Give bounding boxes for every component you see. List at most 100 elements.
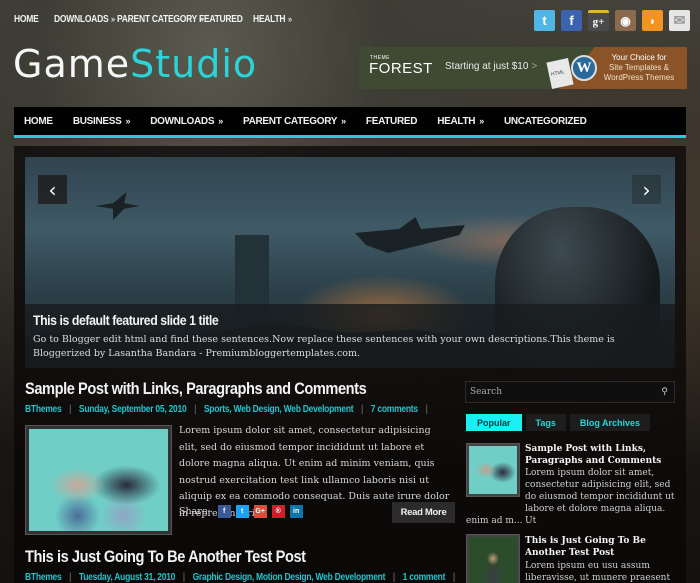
top-nav-featured[interactable]: FEATURED <box>199 14 245 25</box>
main-nav-label: FEATURED <box>365 115 418 127</box>
ad-tagline-2: Site Templates & <box>609 63 669 72</box>
submenu-arrow-icon: » <box>218 115 223 126</box>
linkedin-share-icon[interactable]: in <box>289 505 303 518</box>
popular-post-thumbnail[interactable] <box>466 534 520 583</box>
slider-prev-button[interactable]: ‹ <box>38 175 67 204</box>
submenu-arrow-icon: » <box>341 115 346 126</box>
tab-popular[interactable]: Popular <box>466 414 522 431</box>
submenu-arrow-icon: » <box>287 14 292 24</box>
main-nav-business[interactable]: BUSINESS» <box>72 115 131 127</box>
ad-brand-logo: FOREST <box>369 60 433 77</box>
popular-post-excerpt: Lorem ipsum dolor sit amet, consectetur … <box>525 468 675 526</box>
site-logo[interactable]: GameStudio <box>13 42 257 86</box>
submenu-arrow-icon: » <box>110 14 115 24</box>
twitter-share-icon[interactable]: t <box>235 505 249 518</box>
post-thumbnail-image <box>29 429 168 531</box>
main-nav-label: BUSINESS <box>72 115 122 127</box>
html-document-icon: HTML <box>546 58 574 89</box>
top-nav-parent-category[interactable]: PARENT CATEGORY» <box>117 14 204 25</box>
popular-post-image <box>469 446 517 494</box>
slide-title[interactable]: This is default featured slide 1 title <box>33 312 591 328</box>
top-nav-label: DOWNLOADS <box>54 14 109 25</box>
submenu-arrow-icon: » <box>125 115 131 126</box>
google-plus-icon[interactable]: g+ <box>588 10 609 31</box>
post-comments-link[interactable]: 1 comment <box>403 572 446 583</box>
facebook-icon[interactable]: f <box>561 10 582 31</box>
submenu-arrow-icon: » <box>479 115 484 126</box>
email-icon[interactable]: ✉ <box>669 10 690 31</box>
share-bar: Share: f t G+ ® in <box>179 505 303 518</box>
sidebar-tabs: Popular Tags Blog Archives <box>466 414 651 431</box>
meta-separator: | <box>392 572 395 583</box>
post-title[interactable]: Sample Post with Links, Paragraphs and C… <box>25 379 367 399</box>
main-nav-featured[interactable]: FEATURED <box>365 115 418 127</box>
popular-post-excerpt-continued: enim ad m... <box>466 516 523 526</box>
social-links: t f g+ ◉ ◗ ✉ <box>534 10 690 31</box>
popular-post-title[interactable]: Sample Post with Links, Paragraphs and C… <box>525 443 675 467</box>
ad-offer: Starting at just $10 > <box>445 61 537 72</box>
read-more-button[interactable]: Read More <box>392 502 455 523</box>
main-nav: HOME BUSINESS» DOWNLOADS» PARENT CATEGOR… <box>14 107 686 138</box>
slide-description: Go to Blogger edit html and find these s… <box>33 334 615 359</box>
top-nav-label: HOME <box>14 14 39 25</box>
popular-post-image <box>469 537 517 583</box>
tab-blog-archives[interactable]: Blog Archives <box>569 414 651 431</box>
search-input[interactable] <box>470 387 662 397</box>
rss-icon[interactable]: ◗ <box>642 10 663 31</box>
post-title[interactable]: This is Just Going To Be Another Test Po… <box>25 547 306 567</box>
main-nav-label: HEALTH <box>437 115 476 127</box>
search-icon[interactable]: ⚲ <box>661 387 668 397</box>
meta-separator: | <box>182 572 185 583</box>
main-nav-uncategorized[interactable]: UNCATEGORIZED <box>504 116 587 127</box>
top-nav-label: PARENT CATEGORY <box>117 14 198 25</box>
main-nav-health[interactable]: HEALTH» <box>437 116 484 127</box>
meta-separator: | <box>452 572 455 583</box>
instagram-icon[interactable]: ◉ <box>615 10 636 31</box>
chevron-right-icon: › <box>642 177 651 202</box>
top-nav-downloads[interactable]: DOWNLOADS» <box>54 14 115 25</box>
meta-separator: | <box>69 572 72 583</box>
google-plus-share-icon[interactable]: G+ <box>253 505 267 518</box>
sidebar-search: ⚲ <box>465 381 675 403</box>
slide-helicopter-shape <box>355 217 465 253</box>
wordpress-icon: W <box>571 55 597 81</box>
post-thumbnail[interactable] <box>25 425 172 535</box>
main-nav-downloads[interactable]: DOWNLOADS» <box>150 116 223 127</box>
post-labels-links[interactable]: Sports, Web Design, Web Development <box>204 404 354 415</box>
themeforest-ad-banner[interactable]: THEME FOREST Starting at just $10 > HTML … <box>359 47 687 89</box>
top-nav-label: HEALTH <box>253 14 286 25</box>
ad-caret-icon: > <box>531 61 538 72</box>
meta-separator: | <box>194 404 197 415</box>
tab-tags[interactable]: Tags <box>525 414 566 431</box>
logo-text-primary: Game <box>13 42 131 86</box>
post-author-link[interactable]: BThemes <box>25 572 62 583</box>
post-comments-link[interactable]: 7 comments <box>371 404 418 415</box>
main-nav-label: DOWNLOADS <box>150 115 215 127</box>
ad-tagline-3: WordPress Themes <box>603 73 675 82</box>
popular-post-title[interactable]: This is Just Going To Be Another Test Po… <box>525 535 675 559</box>
post-labels-links[interactable]: Graphic Design, Motion Design, Web Devel… <box>193 572 386 583</box>
top-nav-home[interactable]: HOME <box>14 14 48 25</box>
post-author-link[interactable]: BThemes <box>25 404 62 415</box>
meta-separator: | <box>361 404 364 415</box>
slider-next-button[interactable]: › <box>632 175 661 204</box>
pinterest-share-icon[interactable]: ® <box>271 505 285 518</box>
logo-text-accent: Studio <box>130 42 258 86</box>
slide-caption: This is default featured slide 1 title G… <box>25 304 675 368</box>
facebook-share-icon[interactable]: f <box>217 505 231 518</box>
main-nav-label: PARENT CATEGORY <box>242 115 338 127</box>
top-nav-health[interactable]: HEALTH» <box>253 14 292 25</box>
featured-slider[interactable]: ‹ › This is default featured slide 1 tit… <box>25 157 675 368</box>
top-nav: HOME DOWNLOADS» PARENT CATEGORY» FEATURE… <box>14 14 293 25</box>
post-date-link[interactable]: Tuesday, August 31, 2010 <box>79 572 175 583</box>
twitter-icon[interactable]: t <box>534 10 555 31</box>
post-date-link[interactable]: Sunday, September 05, 2010 <box>79 404 187 415</box>
main-nav-home[interactable]: HOME <box>24 116 53 127</box>
top-nav-label: FEATURED <box>199 14 243 25</box>
popular-post-thumbnail[interactable] <box>466 443 520 497</box>
main-nav-parent-category[interactable]: PARENT CATEGORY» <box>243 116 346 127</box>
ad-tagline-1: Your Choice for <box>611 53 667 62</box>
ad-offer-text: Starting at just $10 <box>445 61 529 72</box>
meta-separator: | <box>69 404 72 415</box>
main-nav-label: HOME <box>24 115 53 127</box>
